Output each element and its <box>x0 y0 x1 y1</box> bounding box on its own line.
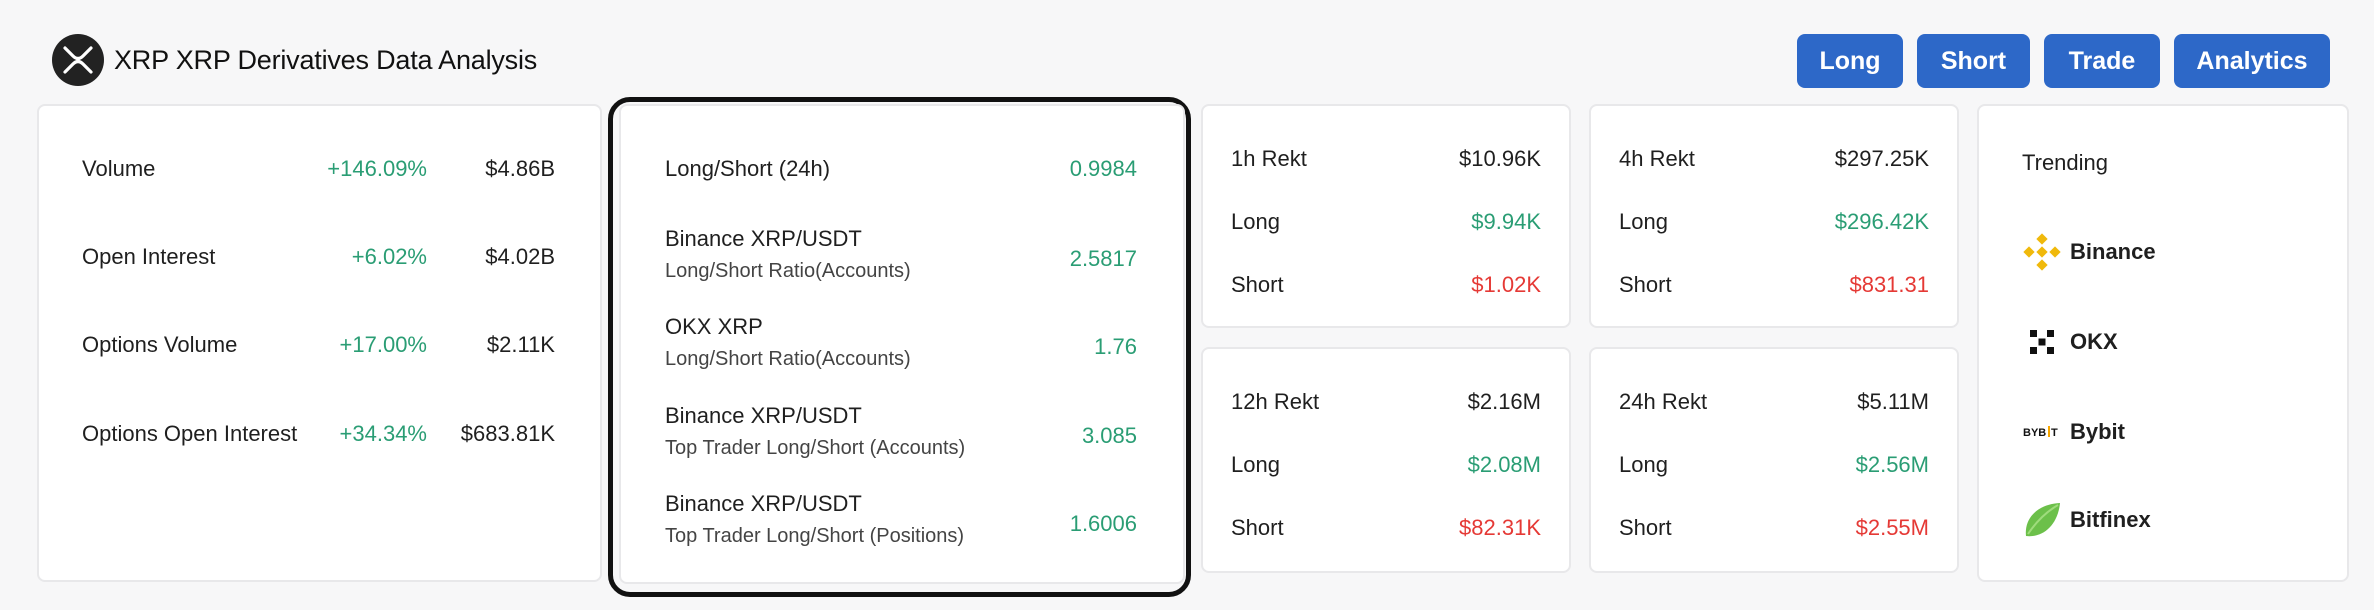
exchange-name: Bitfinex <box>2070 507 2151 532</box>
rekt-long-label: Long <box>1619 209 1668 234</box>
stat-value: $2.11K <box>486 332 555 357</box>
exchange-name: OKX <box>2070 329 2118 354</box>
rekt-card-4h: 4h Rekt $297.25K Long $296.42K Short $831.3… <box>1589 104 1959 328</box>
rekt-long-value: $2.08M <box>1467 452 1541 477</box>
rekt-short-label: Short <box>1231 515 1284 540</box>
trade-button[interactable]: Trade <box>2044 34 2160 88</box>
stat-value: $4.02B <box>485 244 555 269</box>
rekt-period: 24h Rekt <box>1619 389 1708 414</box>
rekt-short-value: $2.55M <box>1855 515 1929 540</box>
xrp-logo-icon <box>52 34 104 86</box>
top-nav: Long Short Trade Analytics <box>1797 34 2330 88</box>
ls-value: 3.085 <box>1081 423 1137 448</box>
okx-icon <box>2022 322 2062 362</box>
rekt-long-value: $2.56M <box>1855 452 1929 477</box>
rekt-short-value: $82.31K <box>1459 515 1541 540</box>
rekt-card-24h: 24h Rekt $5.11M Long $2.56M Short $2.55M <box>1589 347 1959 573</box>
rekt-long-label: Long <box>1619 452 1668 477</box>
stat-value: $4.86B <box>485 156 555 181</box>
trending-title: Trending <box>2022 150 2109 175</box>
analytics-button[interactable]: Analytics <box>2174 34 2330 88</box>
rekt-total: $297.25K <box>1834 146 1929 171</box>
ls-label: Long/Short (24h) <box>665 156 831 181</box>
ls-sublabel: Top Trader Long/Short (Accounts) <box>665 437 966 459</box>
ls-value: 1.6006 <box>1069 511 1137 536</box>
page-header: XRP XRP Derivatives Data Analysis <box>52 34 537 86</box>
rekt-short-value: $831.31 <box>1849 272 1929 297</box>
ls-value: 1.76 <box>1094 334 1137 359</box>
stat-change: +146.09% <box>327 156 427 181</box>
rekt-short-label: Short <box>1619 515 1672 540</box>
rekt-long-label: Long <box>1231 209 1280 234</box>
rekt-short-label: Short <box>1231 272 1284 297</box>
long-button[interactable]: Long <box>1797 34 1903 88</box>
ls-label: Binance XRP/USDT <box>665 226 862 251</box>
stat-change: +17.00% <box>339 332 427 357</box>
rekt-period: 1h Rekt <box>1231 146 1307 171</box>
trending-item-bitfinex[interactable]: Bitfinex <box>2022 500 2151 540</box>
stat-label: Open Interest <box>82 244 216 269</box>
page-title: XRP XRP Derivatives Data Analysis <box>114 44 538 75</box>
ls-value: 0.9984 <box>1069 156 1137 181</box>
rekt-long-label: Long <box>1231 452 1280 477</box>
market-stats-card: Volume +146.09% $4.86B Open Interest +6.… <box>37 104 602 582</box>
rekt-long-value: $296.42K <box>1834 209 1929 234</box>
ls-sublabel: Long/Short Ratio(Accounts) <box>665 348 911 370</box>
binance-icon <box>2022 232 2062 272</box>
stat-label: Options Volume <box>82 332 238 357</box>
ls-label: Binance XRP/USDT <box>665 403 862 428</box>
ls-value: 2.5817 <box>1069 246 1137 271</box>
ls-label: OKX XRP <box>665 314 763 339</box>
rekt-period: 12h Rekt <box>1231 389 1320 414</box>
short-button[interactable]: Short <box>1917 34 2030 88</box>
svg-text:T: T <box>2051 427 2058 439</box>
stat-change: +6.02% <box>351 244 427 269</box>
bybit-icon: BYB T <box>2022 412 2062 452</box>
rekt-total: $10.96K <box>1459 146 1541 171</box>
rekt-card-12h: 12h Rekt $2.16M Long $2.08M Short $82.31K <box>1201 347 1571 573</box>
stat-label: Options Open Interest <box>82 421 298 446</box>
rekt-long-value: $9.94K <box>1471 209 1541 234</box>
exchange-name: Binance <box>2070 239 2156 264</box>
rekt-period: 4h Rekt <box>1619 146 1695 171</box>
stat-label: Volume <box>82 156 156 181</box>
svg-text:BYB: BYB <box>2023 427 2046 439</box>
trending-item-bybit[interactable]: BYB T Bybit <box>2022 412 2125 452</box>
rekt-card-1h: 1h Rekt $10.96K Long $9.94K Short $1.02K <box>1201 104 1571 328</box>
trending-item-binance[interactable]: Binance <box>2022 232 2156 272</box>
rekt-total: $2.16M <box>1467 389 1541 414</box>
rekt-total: $5.11M <box>1857 389 1929 414</box>
stat-value: $683.81K <box>460 421 555 446</box>
rekt-short-value: $1.02K <box>1471 272 1541 297</box>
exchange-name: Bybit <box>2070 419 2125 444</box>
ls-label: Binance XRP/USDT <box>665 491 862 516</box>
long-short-card: Long/Short (24h) 0.9984 Binance XRP/USDT… <box>619 104 1185 584</box>
stat-change: +34.34% <box>339 421 427 446</box>
ls-sublabel: Long/Short Ratio(Accounts) <box>665 260 911 282</box>
rekt-short-label: Short <box>1619 272 1672 297</box>
trending-item-okx[interactable]: OKX <box>2022 322 2118 362</box>
ls-sublabel: Top Trader Long/Short (Positions) <box>665 525 965 547</box>
bitfinex-icon <box>2022 500 2062 540</box>
